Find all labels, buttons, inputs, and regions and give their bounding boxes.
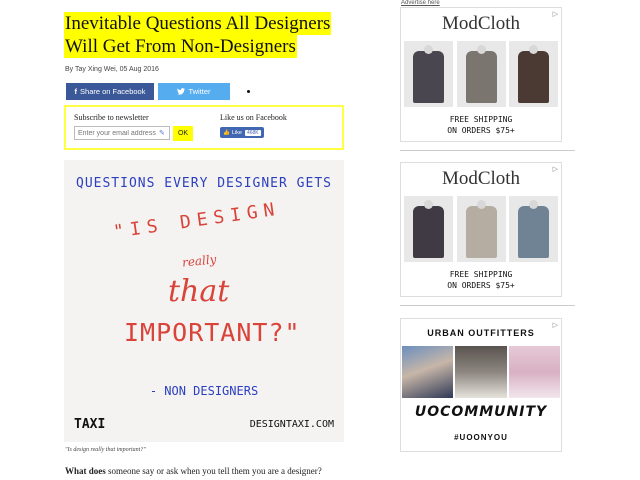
- promo-line-1: FREE SHIPPING: [449, 270, 513, 279]
- ad-products: [404, 196, 558, 262]
- photo-person-2[interactable]: [508, 346, 560, 398]
- body-text-rest: someone say or ask when you tell them yo…: [105, 466, 322, 476]
- modcloth-ad-1[interactable]: ▷ ModCloth FREE SHIPPING ON ORDERS $75+: [400, 7, 562, 142]
- collar-icon: [424, 200, 433, 209]
- promo-line-1: FREE SHIPPING: [449, 115, 513, 124]
- artwork-site: DESIGNTAXI.COM: [249, 419, 334, 430]
- collar-icon: [476, 200, 486, 209]
- subscribe-ok-button[interactable]: OK: [173, 126, 193, 141]
- thumbs-up-icon: 👍: [223, 129, 230, 136]
- artwork-heading: QUESTIONS EVERY DESIGNER GETS: [76, 176, 332, 191]
- article-byline: By Tay Xing Wei, 05 Aug 2016: [65, 66, 159, 73]
- ad-promo: FREE SHIPPING ON ORDERS $75+: [401, 269, 561, 291]
- share-twitter-button[interactable]: Twitter: [158, 83, 230, 100]
- artwork-quote-part-4: IMPORTANT?": [124, 318, 301, 347]
- article-title-line-2: Will Get From Non-Designers: [64, 35, 297, 58]
- sidebar-divider: [400, 150, 575, 151]
- like-us-label: Like us on Facebook: [220, 113, 287, 122]
- modcloth-ad-2[interactable]: ▷ ModCloth FREE SHIPPING ON ORDERS $75+: [400, 162, 562, 297]
- collar-icon: [424, 45, 433, 54]
- product-cardigan-1[interactable]: [404, 196, 453, 262]
- image-caption: "Is design really that important?": [65, 447, 146, 453]
- ad-hashtag: #UOONYOU: [454, 433, 508, 442]
- email-input[interactable]: [74, 126, 170, 140]
- cardigan-icon: [413, 51, 444, 103]
- share-facebook-label: Share on Facebook: [80, 87, 146, 96]
- share-twitter-label: Twitter: [188, 87, 211, 96]
- artwork-quote-part-3: that: [168, 274, 230, 309]
- collar-icon: [529, 200, 538, 209]
- twitter-bird-icon: [177, 88, 186, 95]
- cardigan-icon: [465, 51, 497, 103]
- facebook-like-button[interactable]: 👍 Like 468K: [220, 127, 264, 138]
- product-cardigan-2[interactable]: [456, 41, 506, 107]
- artwork-attribution: - NON DESIGNERS: [149, 384, 259, 398]
- ad-photos: [402, 346, 560, 398]
- promo-line-2: ON ORDERS $75+: [447, 126, 515, 135]
- collar-icon: [476, 45, 486, 54]
- article-title-line-1: Inevitable Questions All Designers: [64, 12, 332, 35]
- cardigan-icon: [518, 206, 549, 258]
- body-bold-lead: What does: [65, 466, 106, 476]
- ad-brand: ModCloth: [441, 168, 521, 189]
- urban-outfitters-ad[interactable]: ▷ URBAN OUTFITTERS UOCOMMUNITY #UOONYOU: [400, 318, 562, 452]
- newsletter-box: Subscribe to newsletter ✎ OK Like us on …: [64, 105, 344, 150]
- autofill-icon: ✎: [159, 130, 165, 137]
- cardigan-icon: [413, 206, 444, 258]
- article-body-paragraph: What does someone say or ask when you te…: [65, 466, 322, 476]
- decorative-dot: [247, 90, 250, 93]
- ad-brand: ModCloth: [441, 13, 521, 34]
- artwork-quote-part-1: "IS DESIGN: [112, 198, 282, 243]
- facebook-icon: f: [74, 87, 78, 96]
- article-image: QUESTIONS EVERY DESIGNER GETS "IS DESIGN…: [64, 160, 344, 442]
- share-facebook-button[interactable]: f Share on Facebook: [66, 83, 154, 100]
- collar-icon: [529, 45, 538, 54]
- photo-bedroom[interactable]: [455, 346, 507, 398]
- cardigan-icon: [465, 206, 497, 258]
- product-coat[interactable]: [509, 41, 558, 107]
- like-count: 468K: [244, 129, 261, 136]
- coat-icon: [518, 51, 549, 103]
- product-cardigan-3[interactable]: [509, 196, 558, 262]
- ad-promo: FREE SHIPPING ON ORDERS $75+: [401, 114, 561, 136]
- taxi-logo: TAXI: [74, 417, 106, 432]
- like-button-label: Like: [231, 129, 242, 136]
- sidebar-divider: [400, 305, 575, 306]
- promo-line-2: ON ORDERS $75+: [447, 281, 515, 290]
- product-cardigan-2[interactable]: [456, 196, 506, 262]
- photo-person-1[interactable]: [402, 346, 454, 398]
- advertise-here-link[interactable]: Advertise here: [401, 0, 440, 6]
- article-title: Inevitable Questions All Designers Will …: [64, 12, 354, 58]
- artwork-quote-part-2: really: [181, 252, 218, 270]
- ad-products: [404, 41, 558, 107]
- product-cardigan-1[interactable]: [404, 41, 453, 107]
- ad-brand: URBAN OUTFITTERS: [427, 328, 535, 338]
- ad-tagline: UOCOMMUNITY: [414, 404, 548, 420]
- subscribe-label: Subscribe to newsletter: [74, 113, 149, 122]
